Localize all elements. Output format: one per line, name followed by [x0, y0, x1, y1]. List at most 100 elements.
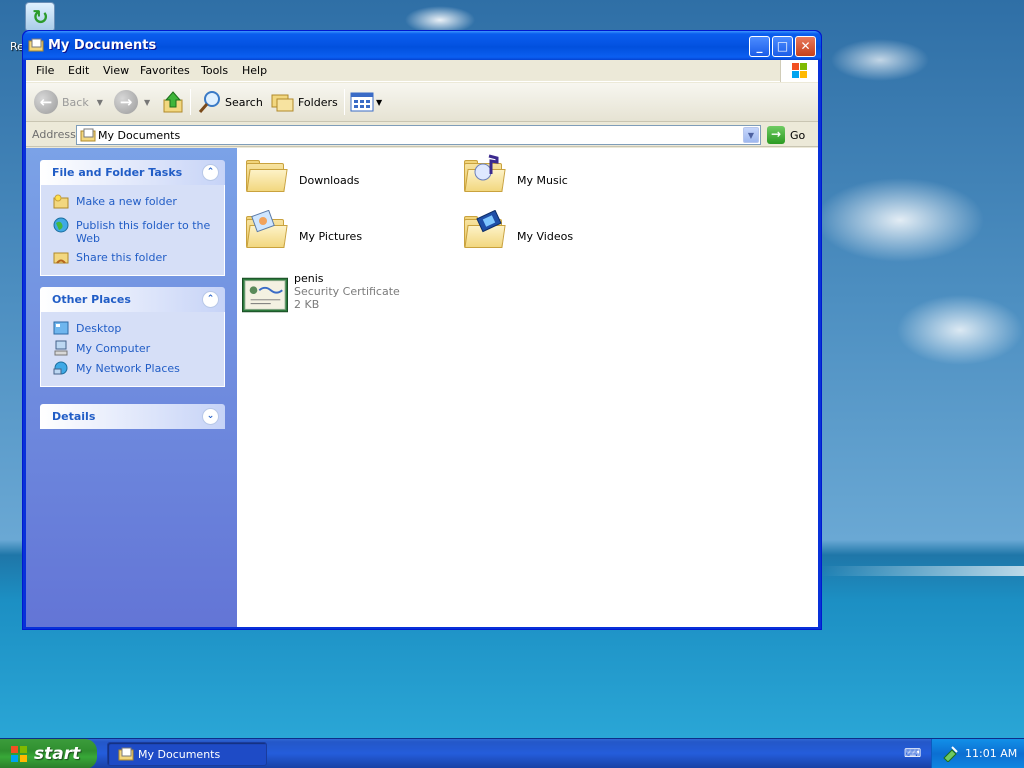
my-documents-icon — [118, 747, 134, 761]
sea-glare — [820, 566, 1024, 576]
other-places-panel: Other Places ⌃ Desktop My Computer My Ne… — [40, 287, 225, 387]
computer-icon — [54, 340, 68, 356]
back-label: Back — [62, 95, 89, 109]
forward-arrow-icon: → — [114, 90, 138, 114]
windows-logo — [780, 60, 818, 82]
task-make-new-folder[interactable]: Make a new folder — [41, 193, 224, 213]
menu-help[interactable]: Help — [242, 64, 267, 77]
window-client: File Edit View Favorites Tools Help ← Ba… — [26, 60, 818, 627]
panel-title: Details — [52, 410, 96, 423]
certificate-details: penis Security Certificate 2 KB — [294, 272, 400, 311]
collapse-icon[interactable]: ⌃ — [202, 291, 219, 308]
file-name: Downloads — [299, 174, 360, 187]
panel-header[interactable]: Other Places ⌃ — [40, 287, 225, 312]
task-pane: File and Folder Tasks ⌃ Make a new folde… — [26, 148, 237, 627]
my-documents-icon — [80, 128, 96, 142]
menu-file[interactable]: File — [36, 64, 54, 77]
videos-folder-icon — [461, 210, 507, 256]
start-button[interactable]: start — [0, 739, 97, 768]
panel-title: Other Places — [52, 293, 131, 306]
forward-button[interactable]: → ▼ — [114, 88, 150, 116]
menu-bar: File Edit View Favorites Tools Help — [26, 60, 818, 82]
place-my-computer[interactable]: My Computer — [41, 340, 224, 360]
file-size: 2 KB — [294, 298, 320, 311]
address-input[interactable]: My Documents ▼ — [76, 125, 761, 145]
file-name: My Videos — [517, 230, 574, 243]
close-button[interactable]: ✕ — [795, 36, 816, 57]
up-folder-icon — [163, 91, 183, 113]
desktop: Re My Documents _ □ ✕ File Edit View Fav… — [0, 0, 1024, 738]
file-folder-tasks-panel: File and Folder Tasks ⌃ Make a new folde… — [40, 160, 225, 276]
folders-icon — [271, 94, 294, 112]
menu-edit[interactable]: Edit — [68, 64, 89, 77]
pictures-folder-icon — [243, 210, 289, 256]
expand-icon[interactable]: ⌄ — [202, 408, 219, 425]
recycle-bin-icon — [25, 2, 55, 32]
share-folder-icon — [53, 252, 69, 264]
globe-icon — [53, 217, 69, 233]
panel-header[interactable]: Details ⌄ — [40, 404, 225, 429]
go-arrow-icon: → — [767, 126, 785, 144]
file-list: Downloads My Music My Pictures My Videos… — [237, 148, 818, 627]
panel-body: Desktop My Computer My Network Places — [40, 312, 225, 387]
explorer-body: File and Folder Tasks ⌃ Make a new folde… — [26, 148, 818, 627]
taskbar-window-label: My Documents — [138, 747, 221, 761]
panel-header[interactable]: File and Folder Tasks ⌃ — [40, 160, 225, 185]
forward-dropdown-icon[interactable]: ▼ — [144, 98, 150, 107]
file-name: My Music — [517, 174, 568, 187]
task-share-folder[interactable]: Share this folder — [41, 249, 224, 269]
task-label: Share this folder — [76, 251, 167, 264]
window-title: My Documents — [48, 38, 157, 53]
file-type: Security Certificate — [294, 285, 400, 298]
toolbar-separator — [344, 89, 345, 115]
keyboard-icon[interactable]: ⌨ — [904, 746, 921, 760]
file-name: penis — [294, 272, 324, 285]
search-button[interactable]: Search — [198, 88, 263, 116]
panel-body: Make a new folder Publish this folder to… — [40, 185, 225, 276]
place-label: Desktop — [76, 322, 122, 335]
title-bar[interactable]: My Documents _ □ ✕ — [23, 31, 821, 60]
menu-favorites[interactable]: Favorites — [140, 64, 190, 77]
go-button[interactable]: → Go — [767, 125, 805, 145]
back-button[interactable]: ← Back ▼ — [34, 88, 103, 116]
desktop-icon — [53, 321, 69, 335]
address-value: My Documents — [98, 129, 181, 142]
toolbar: ← Back ▼ → ▼ Search Folders ▼ — [26, 83, 818, 122]
place-desktop[interactable]: Desktop — [41, 320, 224, 340]
place-label: My Network Places — [76, 362, 180, 375]
taskbar-window-button[interactable]: My Documents — [107, 742, 267, 766]
windows-flag-icon — [792, 63, 808, 79]
search-label: Search — [225, 95, 263, 109]
collapse-icon[interactable]: ⌃ — [202, 164, 219, 181]
safely-remove-icon[interactable] — [942, 746, 958, 762]
search-icon — [198, 91, 220, 113]
place-my-network-places[interactable]: My Network Places — [41, 360, 224, 380]
task-label: Make a new folder — [76, 195, 177, 208]
certificate-icon — [242, 277, 288, 313]
views-dropdown-icon[interactable]: ▼ — [376, 98, 382, 107]
place-label: My Computer — [76, 342, 151, 355]
address-bar: Address My Documents ▼ → Go — [26, 123, 818, 147]
explorer-window: My Documents _ □ ✕ File Edit View Favori… — [22, 30, 822, 630]
start-label: start — [34, 744, 81, 764]
maximize-button[interactable]: □ — [772, 36, 793, 57]
views-button[interactable]: ▼ — [350, 88, 382, 116]
windows-flag-icon — [11, 746, 27, 762]
address-dropdown-icon[interactable]: ▼ — [743, 127, 759, 143]
panel-title: File and Folder Tasks — [52, 166, 183, 179]
clock[interactable]: 11:01 AM — [965, 747, 1017, 760]
network-icon — [53, 361, 68, 375]
music-folder-icon — [461, 154, 507, 200]
task-publish-folder[interactable]: Publish this folder to the Web — [41, 217, 224, 245]
up-folder-button[interactable] — [162, 88, 184, 116]
menu-view[interactable]: View — [103, 64, 129, 77]
views-icon — [350, 92, 374, 112]
menu-tools[interactable]: Tools — [201, 64, 228, 77]
taskbar: start My Documents ⌨ 11:01 AM — [0, 738, 1024, 768]
task-label: Publish this folder to the Web — [76, 219, 211, 245]
folders-button[interactable]: Folders — [271, 88, 338, 116]
toolbar-separator — [190, 89, 191, 115]
folders-label: Folders — [298, 95, 338, 109]
back-dropdown-icon[interactable]: ▼ — [97, 98, 103, 107]
minimize-button[interactable]: _ — [749, 36, 770, 57]
